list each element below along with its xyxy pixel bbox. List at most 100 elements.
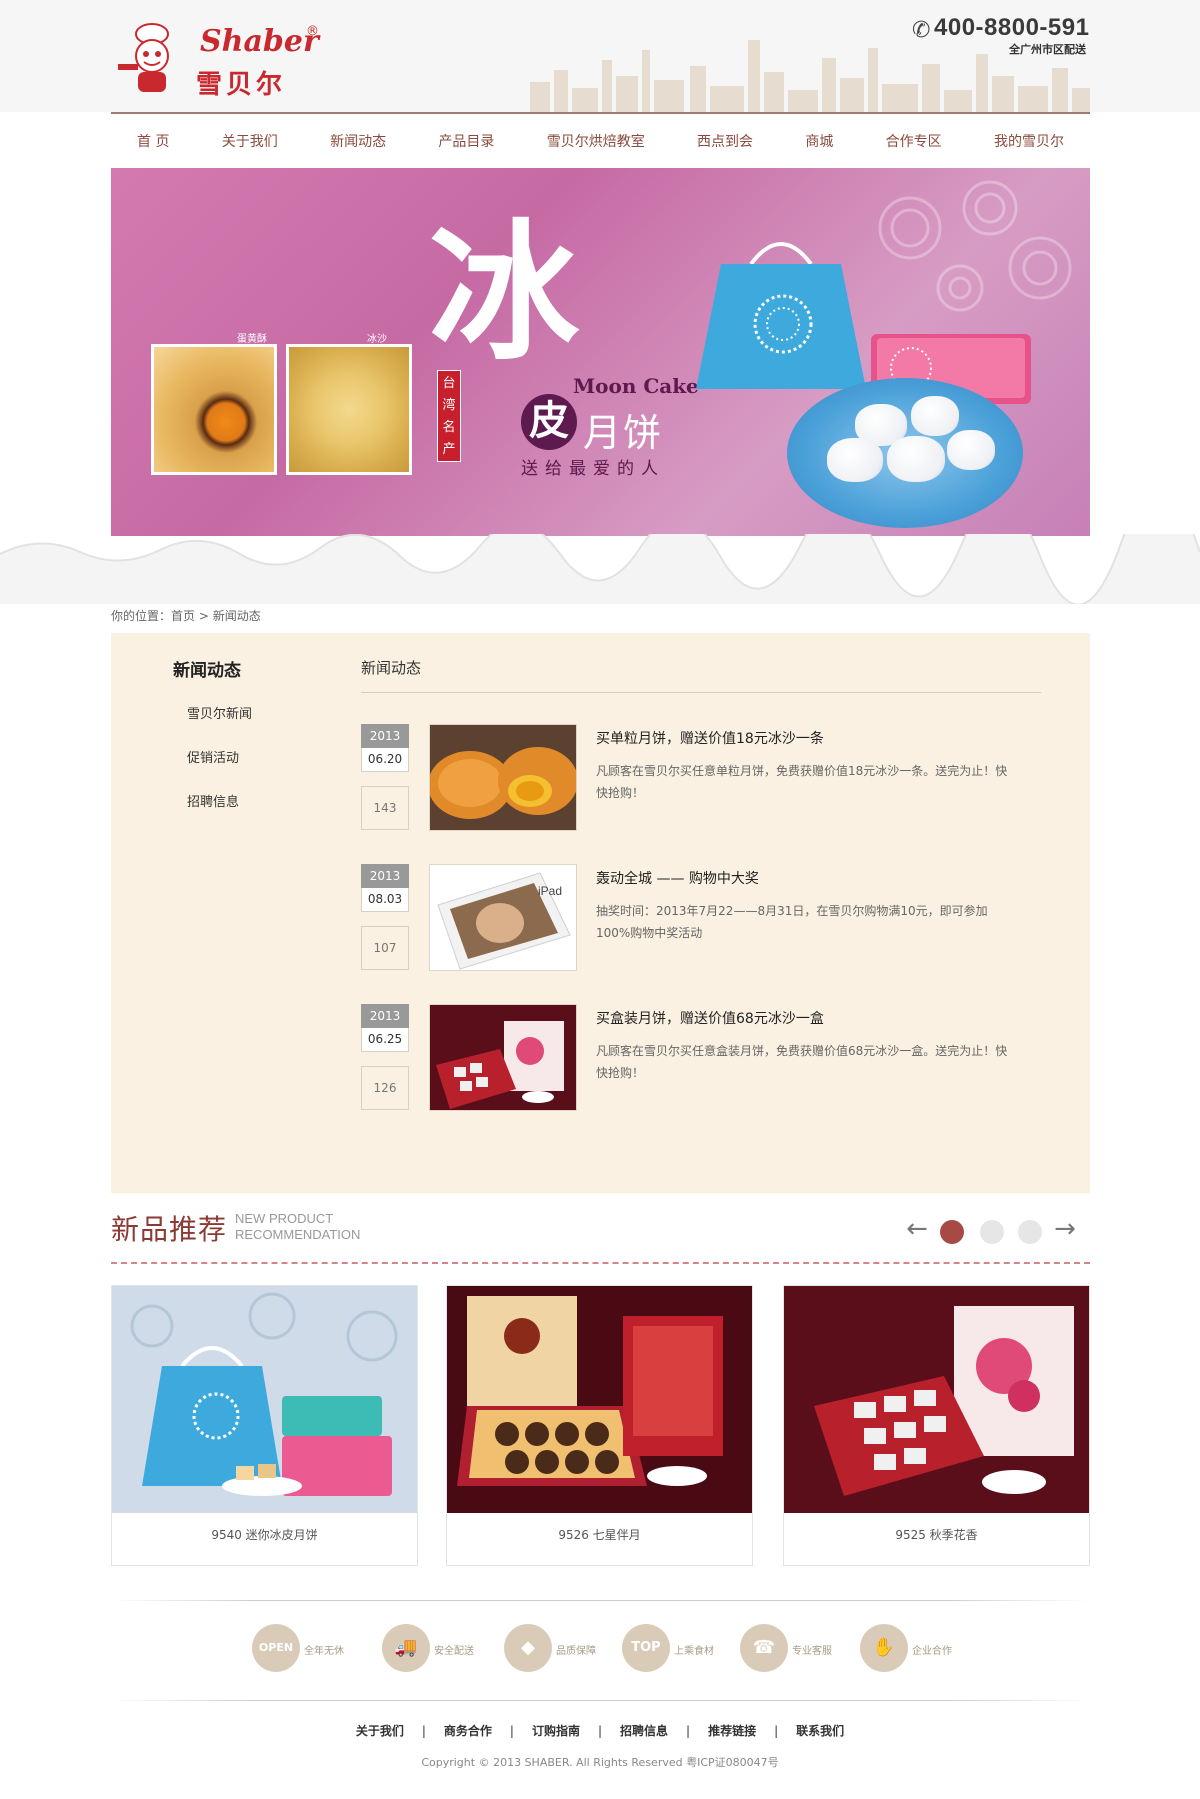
carousel-dot-2[interactable]: [980, 1220, 1004, 1244]
main-title-divider: [361, 692, 1041, 693]
nav-item-news[interactable]: 新闻动态: [330, 131, 386, 151]
news-item: 2013 08.03 107 iPad 轰动全城 —— 购物中大奖 抽奖时间：2…: [361, 864, 1041, 974]
ice-mooncake-5: [947, 430, 995, 470]
sidebar-title: 新闻动态: [173, 661, 241, 681]
features-top-divider: [111, 1600, 1090, 1601]
main-nav: 首 页 关于我们 新闻动态 产品目录 雪贝尔烘焙教室 西点到会 商城 合作专区 …: [111, 114, 1090, 168]
breadcrumb-home-link[interactable]: 首页: [171, 609, 195, 623]
breadcrumb-separator: >: [195, 609, 213, 623]
news-thumbnail[interactable]: [429, 1004, 577, 1111]
footer-links: 关于我们 | 商务合作 | 订购指南 | 招聘信息 | 推荐链接 | 联系我们: [0, 1722, 1200, 1739]
product-name[interactable]: 9525 秋季花香: [784, 1526, 1089, 1543]
news-description: 凡顾客在雪贝尔买任意单粒月饼，免费获赠价值18元冰沙一条。送完为止！快快抢购！: [596, 764, 1008, 800]
news-title[interactable]: 买单粒月饼，赠送价值18元冰沙一条: [596, 728, 824, 748]
new-products-subtitle: NEW PRODUCT RECOMMENDATION: [235, 1211, 360, 1243]
feature-label: 全年无休: [304, 1646, 344, 1657]
registered-mark: ®: [306, 24, 319, 39]
nav-item-about[interactable]: 关于我们: [222, 131, 278, 151]
footer-link-contact[interactable]: 联系我们: [796, 1724, 844, 1738]
news-thumbnail[interactable]: [429, 724, 577, 831]
news-year: 2013: [361, 724, 409, 748]
site-logo[interactable]: Shaber ® 雪贝尔: [112, 16, 322, 100]
product-name[interactable]: 9526 七星伴月: [447, 1526, 752, 1543]
product-image[interactable]: [447, 1286, 752, 1513]
news-date: 2013 08.03: [361, 864, 409, 912]
content-panel: 新闻动态 雪贝尔新闻 促销活动 招聘信息 新闻动态 2013 06.20 143…: [111, 633, 1090, 1193]
product-image[interactable]: [112, 1286, 417, 1513]
footer-link-recommended[interactable]: 推荐链接: [708, 1724, 756, 1738]
breadcrumb-prefix: 你的位置：: [111, 609, 172, 623]
headset-icon: ☎: [740, 1624, 788, 1672]
ice-mooncake-4: [887, 436, 945, 482]
carousel-dot-1[interactable]: [940, 1220, 964, 1244]
nav-item-products[interactable]: 产品目录: [438, 131, 494, 151]
nav-item-my-account[interactable]: 我的雪贝尔: [994, 131, 1064, 151]
ice-mooncake-photo: [286, 344, 412, 475]
banner-moon-cake-en: Moon Cake: [573, 374, 699, 398]
truck-icon: 🚚: [382, 1624, 430, 1672]
svg-text:iPad: iPad: [538, 884, 562, 898]
news-day: 06.25: [361, 1028, 409, 1052]
open-icon: OPEN: [252, 1624, 300, 1672]
product-card[interactable]: 9526 七星伴月: [446, 1285, 753, 1566]
feature-label: 安全配送: [434, 1646, 474, 1657]
footer-link-about[interactable]: 关于我们: [356, 1724, 404, 1738]
carousel-prev-arrow-icon[interactable]: ←: [902, 1216, 932, 1242]
new-products-divider: [111, 1262, 1090, 1264]
sidebar-item-jobs[interactable]: 招聘信息: [187, 791, 239, 810]
news-view-count: 107: [361, 926, 409, 970]
footer-separator: |: [421, 1724, 426, 1738]
news-date: 2013 06.20: [361, 724, 409, 772]
product-card[interactable]: 9525 秋季花香: [783, 1285, 1090, 1566]
banner-mooncake-cn: 月饼: [583, 411, 664, 455]
banner-slogan: 送给最爱的人: [521, 459, 665, 479]
feature-label: 品质保障: [556, 1646, 596, 1657]
banner-pi-char: 皮: [521, 394, 577, 450]
nav-item-shop[interactable]: 商城: [805, 131, 833, 151]
news-title[interactable]: 轰动全城 —— 购物中大奖: [596, 868, 759, 888]
product-name[interactable]: 9540 迷你冰皮月饼: [112, 1526, 417, 1543]
carousel-next-arrow-icon[interactable]: →: [1050, 1216, 1080, 1242]
news-year: 2013: [361, 864, 409, 888]
nav-item-catering[interactable]: 西点到会: [697, 131, 753, 151]
shield-icon: ◆: [504, 1624, 552, 1672]
news-view-count: 143: [361, 786, 409, 830]
feature-label: 上乘食材: [674, 1646, 714, 1657]
news-day: 06.20: [361, 748, 409, 772]
nav-item-home[interactable]: 首 页: [137, 131, 169, 151]
footer-separator: |: [509, 1724, 514, 1738]
footer-link-business[interactable]: 商务合作: [444, 1724, 492, 1738]
nav-item-partners[interactable]: 合作专区: [886, 131, 942, 151]
feature-label: 企业合作: [912, 1646, 952, 1657]
nav-item-baking-class[interactable]: 雪贝尔烘焙教室: [547, 131, 645, 151]
main-title: 新闻动态: [361, 659, 422, 677]
sidebar-item-promotions[interactable]: 促销活动: [187, 747, 239, 766]
gift-bag-image: [696, 242, 866, 389]
phone-number: 400-8800-591: [934, 14, 1090, 41]
footer-separator: |: [686, 1724, 691, 1738]
news-item: 2013 06.25 126 买盒装月饼，赠送价值68元冰沙一盒 凡顾客在雪贝尔…: [361, 1004, 1041, 1114]
news-year: 2013: [361, 1004, 409, 1028]
product-card[interactable]: 9540 迷你冰皮月饼: [111, 1285, 418, 1566]
sidebar-item-company-news[interactable]: 雪贝尔新闻: [187, 703, 252, 722]
news-item: 2013 06.20 143 买单粒月饼，赠送价值18元冰沙一条 凡顾客在雪贝尔…: [361, 724, 1041, 834]
site-header: Shaber ® 雪贝尔 ✆ 400-8800-591 全广州市区配送: [0, 0, 1200, 112]
news-thumbnail[interactable]: iPad: [429, 864, 577, 971]
news-description: 抽奖时间：2013年7月22——8月31日，在雪贝尔购物满10元，即可参加100…: [596, 904, 988, 940]
news-title[interactable]: 买盒装月饼，赠送价值68元冰沙一盒: [596, 1008, 824, 1028]
egg-yolk-pastry-photo: [151, 344, 277, 475]
new-products-subtitle-line2: RECOMMENDATION: [235, 1227, 361, 1242]
banner-ice-char: 冰: [429, 205, 580, 381]
chef-mascot-icon: [118, 23, 169, 92]
news-view-count: 126: [361, 1066, 409, 1110]
phone-icon: ✆: [912, 18, 931, 43]
footer-link-order-guide[interactable]: 订购指南: [532, 1724, 580, 1738]
carousel-dot-3[interactable]: [1018, 1220, 1042, 1244]
product-image[interactable]: [784, 1286, 1089, 1513]
footer-separator: |: [774, 1724, 779, 1738]
footer-link-jobs[interactable]: 招聘信息: [620, 1724, 668, 1738]
new-products-subtitle-line1: NEW PRODUCT: [235, 1211, 334, 1226]
hero-banner[interactable]: 蛋黄酥 冰沙 冰 台湾名产 Moon Cake 皮 月饼 送给最爱的人: [111, 168, 1090, 536]
wave-divider: [0, 534, 1200, 604]
breadcrumb: 你的位置：首页 > 新闻动态: [111, 607, 261, 624]
